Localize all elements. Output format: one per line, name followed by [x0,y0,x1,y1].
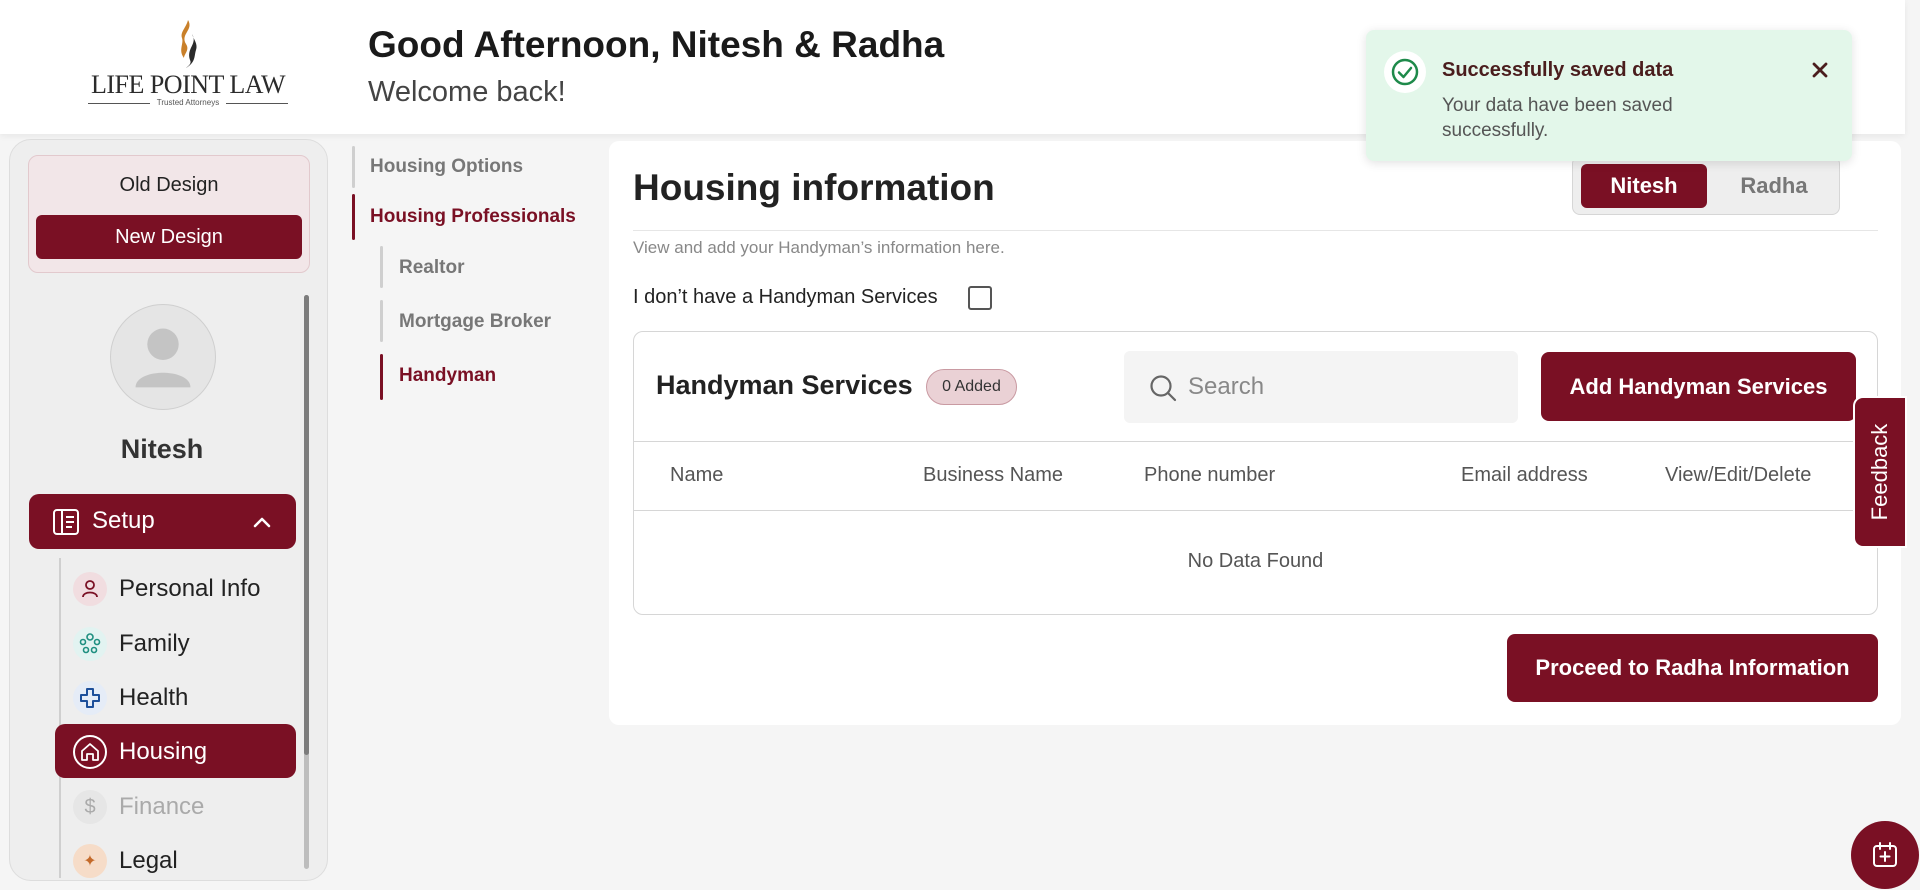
sidebar-item-label: Legal [119,847,178,874]
setup-section-toggle[interactable]: Setup [29,494,296,549]
subnav-realtor[interactable]: Realtor [399,257,464,279]
design-switcher: Old Design New Design [28,155,310,273]
sidebar-item-label: Health [119,684,189,711]
logo-text: LIFE POINT LAW [90,70,286,99]
feedback-label: Feedback [1867,423,1892,521]
check-circle-icon [1384,51,1426,93]
scrollbar-thumb[interactable] [304,295,309,755]
subnav-indicator-active [352,194,355,240]
new-design-button[interactable]: New Design [36,215,302,259]
greeting-title: Good Afternoon, Nitesh & Radha [368,24,945,65]
subnav-indicator [380,246,383,288]
column-header-phone[interactable]: Phone number [1144,464,1275,487]
column-header-name[interactable]: Name [670,464,723,487]
user-name: Nitesh [120,434,204,464]
calendar-add-button[interactable] [1851,821,1919,889]
page-description: View and add your Handyman’s information… [633,238,1005,257]
close-icon[interactable] [1808,58,1832,82]
card-title: Handyman Services [656,370,913,400]
company-logo[interactable]: LIFE POINT LAW Trusted Attorneys [86,20,290,110]
toast-message: Your data have been saved successfully. [1442,95,1673,141]
dollar-icon: $ [73,790,107,824]
sidebar-item-label: Finance [119,793,205,820]
column-header-actions[interactable]: View/Edit/Delete [1665,464,1811,487]
toggle-radha[interactable]: Radha [1711,164,1837,208]
health-cross-icon [73,681,107,715]
sidebar-item-finance[interactable]: $ Finance [55,779,296,833]
success-toast: Successfully saved data Your data have b… [1366,30,1852,161]
left-sidebar: Old Design New Design Nitesh Setup Perso… [9,139,328,881]
divider [633,230,1878,231]
no-handyman-label: I don’t have a Handyman Services [633,286,938,308]
count-badge: 0 Added [926,369,1017,405]
subnav-indicator-active [380,354,383,400]
toggle-nitesh[interactable]: Nitesh [1581,164,1707,208]
search-icon [1150,375,1177,402]
housing-panel: Housing information Nitesh Radha View an… [609,141,1901,725]
house-icon [73,735,107,769]
sidebar-item-family[interactable]: Family [55,616,296,670]
setup-book-icon [53,509,79,535]
subnav-handyman[interactable]: Handyman [399,365,496,387]
logo-divider [226,103,288,104]
sidebar-item-label: Housing [119,738,208,765]
avatar[interactable] [110,304,216,410]
sidebar-item-health[interactable]: Health [55,670,296,724]
welcome-subtitle: Welcome back! [368,76,566,108]
search-box[interactable] [1124,351,1518,423]
subnav-indicator [352,146,355,188]
toast-title: Successfully saved data [1442,59,1674,81]
chevron-up-icon [253,517,271,528]
sidebar-item-label: Family [119,630,190,657]
sidebar-item-housing[interactable]: Housing [55,724,296,778]
column-header-business-name[interactable]: Business Name [923,464,1063,487]
search-input[interactable] [1188,365,1498,409]
sidebar-scrollbar[interactable] [304,295,309,869]
no-handyman-checkbox[interactable] [968,286,992,310]
feedback-tab[interactable]: Feedback [1853,396,1907,548]
person-toggle: Nitesh Radha [1572,156,1840,215]
divider [634,510,1877,511]
person-icon [73,572,107,606]
empty-state-text: No Data Found [1187,550,1324,572]
flame-logo-icon [181,20,197,68]
subnav-housing-options[interactable]: Housing Options [370,156,523,178]
subnav-mortgage-broker[interactable]: Mortgage Broker [399,311,551,333]
sidebar-item-legal[interactable]: ✦ Legal [55,833,296,880]
divider [634,441,1877,442]
setup-label: Setup [92,507,155,534]
page-title: Housing information [633,167,995,208]
calendar-plus-icon [1873,842,1897,867]
column-header-email[interactable]: Email address [1461,464,1588,487]
proceed-button[interactable]: Proceed to Radha Information [1507,634,1878,702]
subnav-indicator [380,300,383,342]
sidebar-item-label: Personal Info [119,575,261,602]
subnav-housing-professionals[interactable]: Housing Professionals [370,206,576,228]
housing-subnav: Housing Options Housing Professionals Re… [352,140,602,420]
user-avatar-icon [135,328,191,388]
handyman-table-card: Handyman Services 0 Added Add Handyman S… [633,331,1878,615]
sidebar-item-personal-info[interactable]: Personal Info [55,561,296,615]
add-handyman-button[interactable]: Add Handyman Services [1541,352,1856,421]
legal-icon: ✦ [73,844,107,878]
family-icon [73,627,107,661]
old-design-button[interactable]: Old Design [29,174,309,197]
